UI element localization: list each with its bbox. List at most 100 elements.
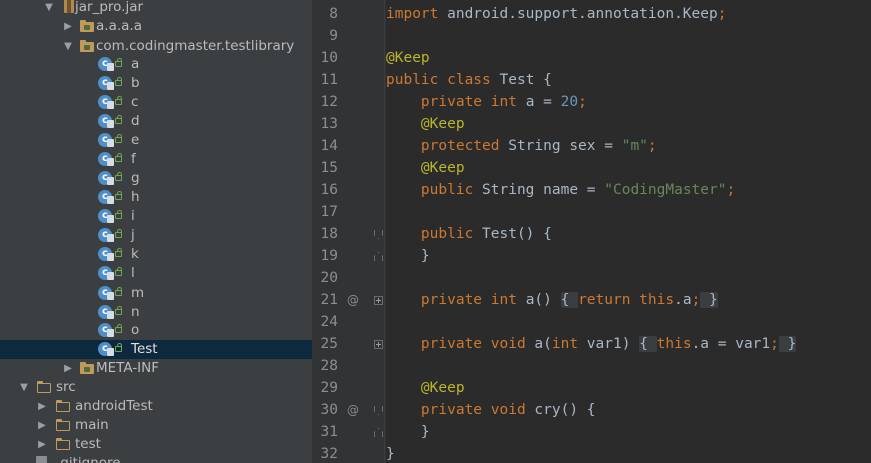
tree-item-m[interactable]: cm [0,284,312,303]
tree-item-label: Test [131,341,158,357]
code-line[interactable]: @Keep [386,47,430,69]
code-token: } [386,248,430,264]
code-line[interactable]: public Test() { [386,223,552,245]
fold-expand-icon[interactable] [374,340,383,349]
expand-arrow-icon[interactable]: ▼ [62,37,74,56]
class-icon: c [98,170,126,186]
project-tree[interactable]: ▼ jar_pro.jar ▶ a.a.a.a ▼ com.codingmaster.te… [0,0,312,463]
tree-item-e[interactable]: ce [0,131,312,150]
line-number: 15 [320,160,338,176]
code-line[interactable]: protected String sex = "m"; [386,135,657,157]
class-icon: c [98,113,126,129]
collapse-arrow-icon[interactable]: ▶ [36,397,48,416]
code-line[interactable]: } [386,421,430,443]
class-icon: c [98,304,126,320]
code-token: this [656,336,692,352]
expand-arrow-icon[interactable]: ▼ [43,0,55,17]
line-number: 31 [320,424,338,440]
collapse-arrow-icon[interactable]: ▶ [62,359,74,378]
class-icon: c [98,265,126,281]
code-token: @Keep [386,116,465,132]
code-line[interactable]: public String name = "CodingMaster"; [386,179,735,201]
code-token: ; [717,6,727,22]
tree-item-jar-pro-jar[interactable]: ▼ jar_pro.jar [0,0,312,17]
tree-item-k[interactable]: ck [0,245,312,264]
code-line[interactable]: private void cry() { [386,399,596,421]
code-line[interactable]: @Keep [386,377,465,399]
tree-item-test[interactable]: ▶ test [0,435,312,454]
line-number: 11 [320,72,338,88]
code-token: @Keep [386,380,465,396]
package-icon [80,40,95,53]
tree-item-b[interactable]: cb [0,74,312,93]
tree-item-h[interactable]: ch [0,188,312,207]
tree-item-label: androidTest [75,398,153,414]
class-icon: c [98,341,126,357]
code-line[interactable]: @Keep [386,157,465,179]
tree-item-meta-inf[interactable]: ▶ META-INF [0,359,312,378]
code-token: public [386,182,483,198]
class-icon: c [98,227,126,243]
tree-item-j[interactable]: cj [0,226,312,245]
folder-icon [56,400,71,413]
tree-item-label: n [131,304,140,320]
tree-item-g[interactable]: cg [0,169,312,188]
tree-item-gitignore[interactable]: .gitignore [0,454,312,463]
tree-item-c[interactable]: cc [0,93,312,112]
tree-item-label: i [131,208,135,224]
expand-arrow-icon[interactable]: ▼ [18,378,30,397]
code-line[interactable]: import android.support.annotation.Keep; [386,3,726,25]
collapse-arrow-icon[interactable]: ▶ [36,416,48,435]
code-line[interactable]: } [386,443,395,463]
tree-item-f[interactable]: cf [0,150,312,169]
line-number: 10 [320,50,338,66]
code-line[interactable]: public class Test { [386,69,552,91]
code-line[interactable]: private void a(int var1) { this.a = var1… [386,333,797,355]
fold-expand-icon[interactable] [374,296,383,305]
tree-item-o[interactable]: co [0,321,312,340]
code-token: "m" [621,138,648,154]
code-token: a = [525,94,561,110]
line-number: 25 [320,336,338,352]
code-token: "CodingMaster" [604,182,727,198]
tree-item-d[interactable]: cd [0,112,312,131]
code-token: private int [386,292,526,308]
tree-item-label: main [75,417,109,433]
collapse-arrow-icon[interactable]: ▶ [36,435,48,454]
line-number: 16 [320,182,338,198]
folder-icon [56,438,71,451]
line-number: 14 [320,138,338,154]
collapse-arrow-icon[interactable]: ▶ [62,17,74,36]
code-token: { [639,336,657,352]
tree-item-l[interactable]: cl [0,264,312,283]
code-token: import [386,6,448,22]
tree-item-test[interactable]: c Test [0,340,312,359]
code-token: Test { [499,72,552,88]
tree-item-com-codingmaster-testlibrary[interactable]: ▼ com.codingmaster.testlibrary [0,37,312,56]
code-token: protected [386,138,509,154]
tree-item-main[interactable]: ▶ main [0,416,312,435]
class-icon: c [98,322,126,338]
tree-item-a[interactable]: ca [0,55,312,74]
code-token: } [386,446,395,462]
tree-item-src[interactable]: ▼ src [0,378,312,397]
code-token: a( [534,336,552,352]
tree-item-i[interactable]: ci [0,207,312,226]
override-marker-icon[interactable]: @ [346,289,360,311]
package-icon [80,20,95,33]
code-line[interactable]: private int a() { return this.a; } [386,289,718,311]
class-icon: c [98,75,126,91]
tree-item-n[interactable]: cn [0,303,312,322]
tree-item-androidtest[interactable]: ▶ androidTest [0,397,312,416]
override-marker-icon[interactable]: @ [346,399,360,421]
line-number: 32 [320,446,338,462]
tree-item-label: k [131,246,139,262]
code-token: int [551,336,587,352]
code-line[interactable]: private int a = 20; [386,91,587,113]
code-line[interactable]: @Keep [386,113,465,135]
code-token: String name = [482,182,605,198]
tree-item-a-a-a-a[interactable]: ▶ a.a.a.a [0,17,312,36]
jar-icon [64,0,74,13]
code-line[interactable]: } [386,245,430,267]
tree-item-label: jar_pro.jar [75,0,144,15]
